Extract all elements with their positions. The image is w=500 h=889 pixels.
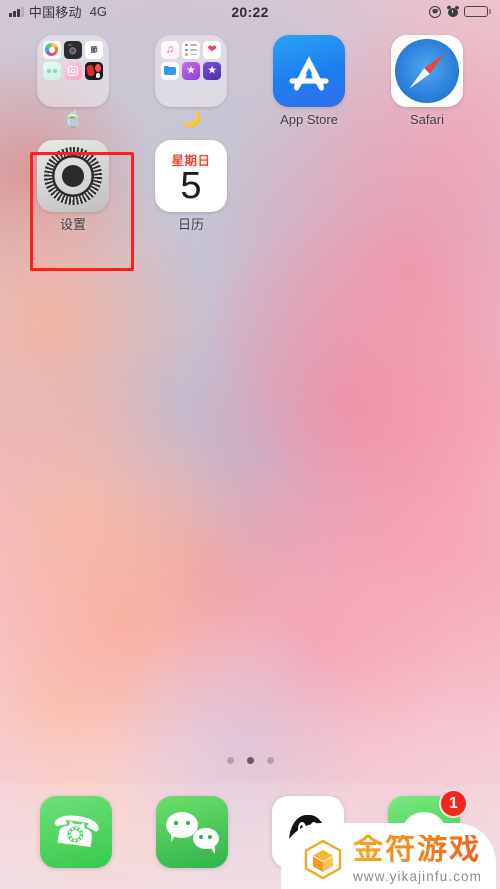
folder-moon-icon[interactable]: ♫ ❤ ★ ★ xyxy=(155,35,227,107)
page-dot-3[interactable] xyxy=(266,757,274,764)
app-store-icon[interactable] xyxy=(273,35,345,107)
teal-app-icon xyxy=(43,62,61,80)
watermark: 金符游戏 www.yikajinfu.com xyxy=(281,822,496,889)
dock-item-wechat[interactable] xyxy=(156,796,228,868)
music-note-icon: ♫ xyxy=(161,41,179,59)
heart-icon: ❤ xyxy=(203,41,221,59)
page-dot-2-active[interactable] xyxy=(246,757,254,764)
star-icon: ★ xyxy=(182,62,200,80)
clock-time: 20:22 xyxy=(231,3,269,20)
chinese-app-icon: 節 xyxy=(85,41,103,59)
star-icon: ★ xyxy=(203,62,221,80)
camera-icon xyxy=(64,41,82,59)
folder-teacup-label: 🍵 xyxy=(63,111,83,128)
alarm-clock-icon xyxy=(446,5,459,17)
phone-handset-icon[interactable]: ☎ xyxy=(40,796,112,868)
status-bar-right xyxy=(429,5,491,18)
app-store[interactable]: App Store xyxy=(250,35,368,128)
calendar[interactable]: 星期日 5 日历 xyxy=(132,140,250,232)
safari-compass-icon[interactable] xyxy=(391,35,463,107)
iphone-home-screen: 中国移动 4G 20:22 節 🍵 ♫ ❤ ★ ★ 🌙 App Store Sa… xyxy=(0,0,500,889)
folder-moon[interactable]: ♫ ❤ ★ ★ 🌙 xyxy=(132,35,250,128)
photos-icon xyxy=(43,41,61,59)
watermark-url: www.yikajinfu.com xyxy=(353,868,482,884)
calendar-date-number: 5 xyxy=(180,164,202,207)
folder-teacup[interactable]: 節 🍵 xyxy=(14,35,132,128)
safari-label: Safari xyxy=(410,112,444,127)
page-dots[interactable] xyxy=(0,757,500,764)
app-store-label: App Store xyxy=(280,112,338,127)
camera-app-icon xyxy=(64,62,82,80)
settings[interactable]: 设置 xyxy=(14,140,132,232)
dock-item-phone[interactable]: ☎ xyxy=(40,796,112,868)
messages-badge: 1 xyxy=(439,789,468,818)
red-app-icon xyxy=(85,62,103,80)
wechat-bubbles-icon[interactable] xyxy=(156,796,228,868)
watermark-brand: 金符游戏 xyxy=(353,832,482,866)
battery-full-icon xyxy=(464,5,491,18)
app-grid: 節 🍵 ♫ ❤ ★ ★ 🌙 App Store Safari 设置 星期日 5 … xyxy=(0,35,500,232)
folder-moon-label: 🌙 xyxy=(181,111,201,128)
safari[interactable]: Safari xyxy=(368,35,486,128)
settings-label: 设置 xyxy=(59,217,86,232)
cube-logo-icon xyxy=(301,837,345,881)
rotation-lock-icon xyxy=(429,5,442,18)
reminders-list-icon xyxy=(182,41,200,59)
watermark-text: 金符游戏 www.yikajinfu.com xyxy=(353,832,482,884)
calendar-icon[interactable]: 星期日 5 xyxy=(155,140,227,212)
status-bar: 中国移动 4G 20:22 xyxy=(0,0,500,23)
calendar-label: 日历 xyxy=(177,217,204,232)
page-dot-1[interactable] xyxy=(226,757,234,764)
folder-teacup-icon[interactable]: 節 xyxy=(37,35,109,107)
settings-gear-icon[interactable] xyxy=(37,140,109,212)
folder-icon xyxy=(161,62,179,80)
